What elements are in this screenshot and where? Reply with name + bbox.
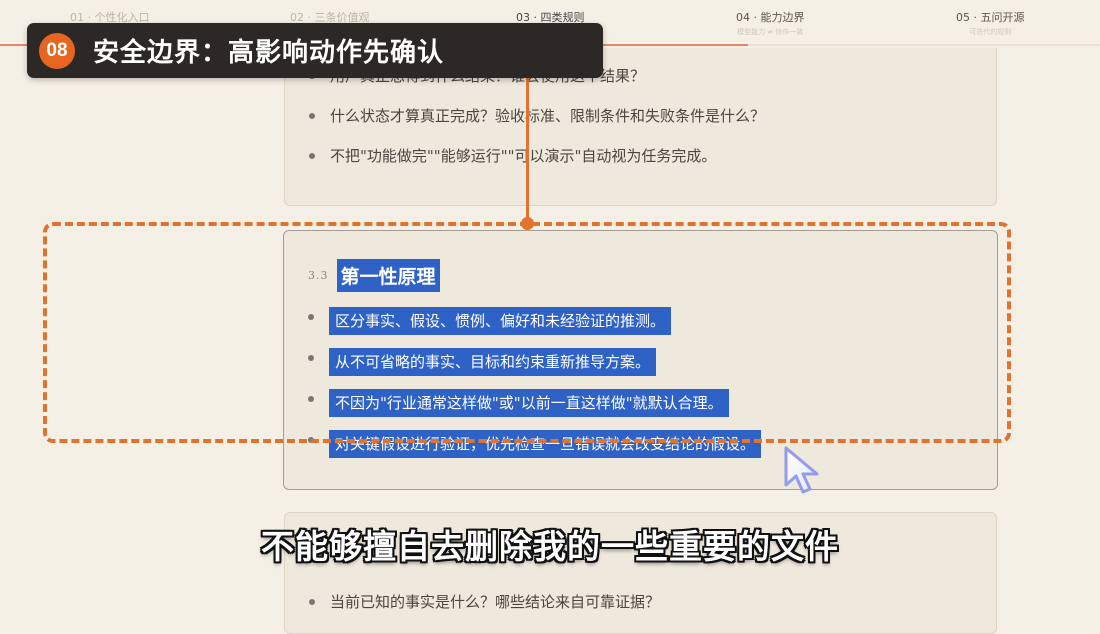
step-subtitle: 可迭代的规则 — [969, 28, 1012, 36]
step-title: 04 · 能力边界 — [736, 11, 805, 24]
list-item: 不把"功能做完""能够运行""可以演示"自动视为任务完成。 — [285, 146, 765, 186]
chapter-banner: 08 安全边界：高影响动作先确认 — [27, 23, 603, 78]
video-subtitle: 不能够擅自去删除我的一些重要的文件 — [261, 527, 839, 566]
list-item: 什么状态才算真正完成？验收标准、限制条件和失败条件是什么？ — [285, 106, 765, 146]
callout-dashed-frame — [43, 222, 1011, 443]
step-4[interactable]: 04 · 能力边界 模型能力 ≠ 协作一致 — [736, 9, 805, 37]
bullet-list: 当前已知的事实是什么？哪些结论来自可靠证据？ — [285, 592, 660, 632]
chapter-title: 安全边界：高影响动作先确认 — [93, 38, 445, 68]
step-title: 05 · 五问开源 — [956, 11, 1025, 24]
step-subtitle: 模型能力 ≠ 协作一致 — [737, 28, 804, 36]
mouse-cursor-icon — [783, 445, 823, 501]
list-item: 当前已知的事实是什么？哪些结论来自可靠证据？ — [285, 592, 660, 632]
bullet-list: 用户真正想得到什么结果？谁会使用这个结果？ 什么状态才算真正完成？验收标准、限制… — [285, 66, 765, 186]
chapter-number-badge: 08 — [39, 32, 75, 69]
step-5[interactable]: 05 · 五问开源 可迭代的规则 — [956, 9, 1025, 37]
